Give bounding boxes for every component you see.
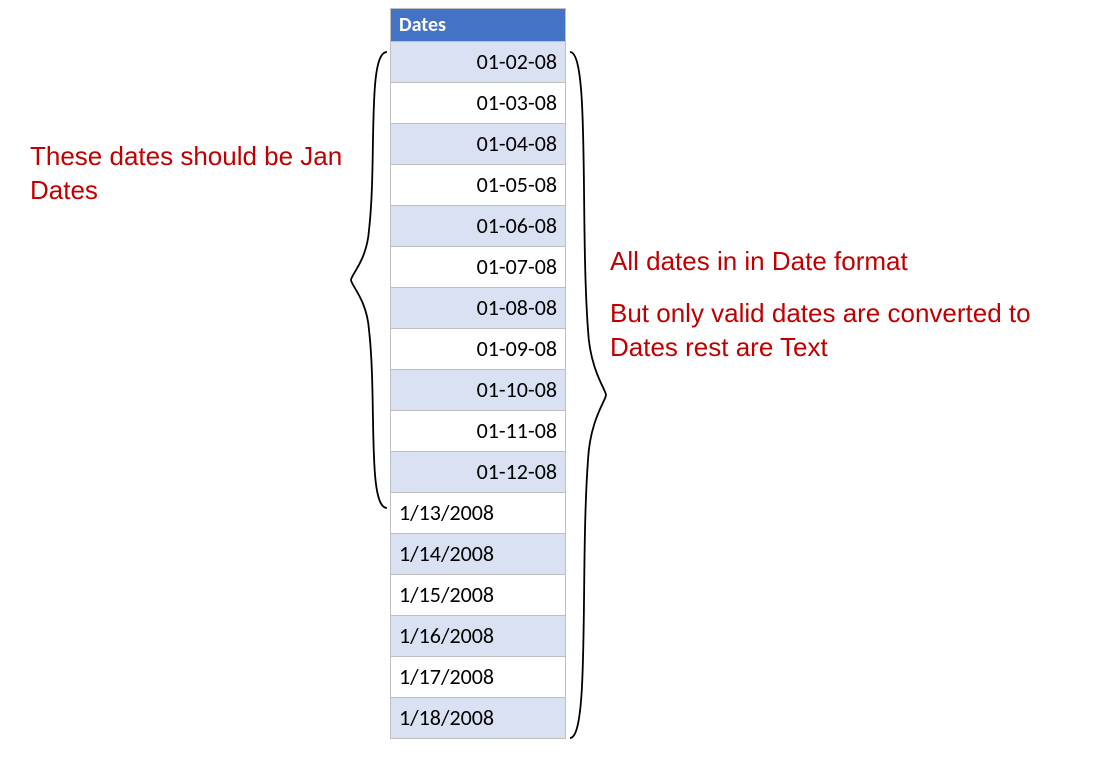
date-cell: 01-09-08: [391, 329, 566, 370]
dates-header: Dates: [391, 9, 566, 42]
brace-right-icon: [568, 50, 608, 740]
table-row: 1/14/2008: [391, 534, 566, 575]
table-row: 1/16/2008: [391, 616, 566, 657]
table-row: 01-06-08: [391, 206, 566, 247]
table-row: 01-05-08: [391, 165, 566, 206]
table-row: 1/18/2008: [391, 698, 566, 739]
dates-table: Dates 01-02-0801-03-0801-04-0801-05-0801…: [390, 8, 566, 739]
table-row: 01-11-08: [391, 411, 566, 452]
date-cell: 1/14/2008: [391, 534, 566, 575]
date-cell: 1/16/2008: [391, 616, 566, 657]
date-cell: 1/17/2008: [391, 657, 566, 698]
annotation-right-line1: All dates in in Date format: [610, 245, 1090, 279]
date-cell: 1/15/2008: [391, 575, 566, 616]
table-row: 01-09-08: [391, 329, 566, 370]
date-cell: 1/18/2008: [391, 698, 566, 739]
date-cell: 01-10-08: [391, 370, 566, 411]
annotation-right: All dates in in Date format But only val…: [610, 245, 1090, 382]
table-row: 01-03-08: [391, 83, 566, 124]
table-row: 01-02-08: [391, 42, 566, 83]
table-row: 1/17/2008: [391, 657, 566, 698]
date-cell: 01-12-08: [391, 452, 566, 493]
date-cell: 01-05-08: [391, 165, 566, 206]
date-cell: 01-08-08: [391, 288, 566, 329]
table-row: 01-12-08: [391, 452, 566, 493]
table-row: 1/15/2008: [391, 575, 566, 616]
table-row: 01-10-08: [391, 370, 566, 411]
table-row: 01-04-08: [391, 124, 566, 165]
date-cell: 01-02-08: [391, 42, 566, 83]
annotation-left-text: These dates should be Jan Dates: [30, 140, 350, 208]
table-row: 1/13/2008: [391, 493, 566, 534]
annotation-left: These dates should be Jan Dates: [30, 140, 350, 226]
annotation-right-line2: But only valid dates are converted to Da…: [610, 297, 1090, 365]
table-row: 01-07-08: [391, 247, 566, 288]
date-cell: 01-04-08: [391, 124, 566, 165]
date-cell: 1/13/2008: [391, 493, 566, 534]
date-cell: 01-07-08: [391, 247, 566, 288]
date-cell: 01-11-08: [391, 411, 566, 452]
brace-left-icon: [349, 50, 389, 510]
date-cell: 01-03-08: [391, 83, 566, 124]
date-cell: 01-06-08: [391, 206, 566, 247]
table-row: 01-08-08: [391, 288, 566, 329]
